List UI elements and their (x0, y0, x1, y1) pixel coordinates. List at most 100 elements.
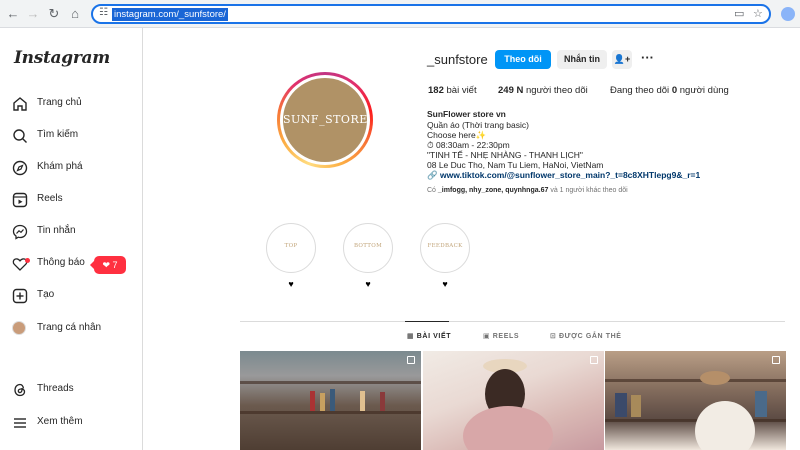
address-bar[interactable]: ☷ instagram.com/_sunfstore/ ▭ ☆ (91, 4, 771, 24)
following-stat[interactable]: Đang theo dõi 0 người dùng (610, 85, 729, 96)
threads-icon (14, 383, 26, 397)
back-icon[interactable]: ← (4, 5, 22, 23)
message-button[interactable]: Nhắn tin (557, 50, 607, 69)
highlight-cover-text: FEEDBACK (427, 243, 463, 249)
highlight-top[interactable]: TOP (266, 223, 316, 273)
followers-stat[interactable]: 249 N người theo dõi (498, 85, 588, 96)
bio-line: Quần áo (Thời trang basic) (427, 120, 529, 130)
posts-label: bài viết (446, 85, 477, 96)
highlight-cover-text: TOP (284, 243, 298, 249)
sidebar-item-profile[interactable]: Trang cá nhân (12, 319, 137, 341)
photo-detail (615, 393, 627, 417)
profile-avatar-ring[interactable]: SUNF_STORE (277, 72, 373, 168)
sidebar-item-explore[interactable]: Khám phá (12, 158, 137, 180)
highlight-cover-text: BOTTOM (353, 243, 383, 249)
followed-by-names: _imfogg, nhy_zone, quynhnga.67 (437, 187, 549, 194)
posts-count: 182 (428, 85, 444, 96)
bio-link-text: www.tiktok.com/@sunflower_store_main?_t=… (439, 170, 701, 180)
avatar-border: SUNF_STORE (280, 75, 370, 165)
sidebar-item-label: Thông báo (37, 257, 85, 268)
followers-count: 249 N (498, 85, 524, 96)
following-prefix: Đang theo dõi (610, 85, 670, 96)
profile-username: _sunfstore (427, 52, 488, 67)
post-thumbnail[interactable] (240, 351, 421, 450)
photo-detail (695, 401, 755, 450)
photo-detail (360, 391, 365, 411)
browser-toolbar: ← → ↻ ⌂ ☷ instagram.com/_sunfstore/ ▭ ☆ (0, 0, 800, 28)
photo-detail (755, 391, 767, 417)
bio-link[interactable]: 🔗 www.tiktok.com/@sunflower_store_main?_… (427, 170, 700, 181)
notification-count: 7 (112, 260, 118, 270)
sidebar-item-label: Khám phá (37, 161, 83, 172)
notification-badge[interactable]: ❤ 7 (90, 256, 126, 274)
tab-posts[interactable]: ▦ BÀI VIẾT (407, 332, 451, 340)
home-browser-icon[interactable]: ⌂ (66, 5, 84, 23)
sidebar-item-threads[interactable]: Threads (12, 380, 137, 402)
post-thumbnail[interactable] (423, 351, 604, 450)
tab-label: REELS (492, 333, 520, 340)
following-label: người dùng (679, 85, 729, 96)
following-count: 0 (671, 85, 678, 96)
highlight-bottom[interactable]: BOTTOM (343, 223, 393, 273)
tab-reels[interactable]: ▣ REELS (483, 332, 519, 340)
link-icon: 🔗 (427, 170, 438, 180)
search-icon (13, 129, 27, 143)
sidebar-item-label: Reels (37, 193, 63, 204)
tagged-icon: ⊡ (550, 333, 557, 340)
instagram-logo[interactable]: Instagram (14, 48, 110, 68)
followed-by[interactable]: Có _imfogg, nhy_zone, quynhnga.67 và 1 n… (427, 187, 628, 194)
profile-avatar: SUNF_STORE (283, 78, 367, 162)
sidebar-item-home[interactable]: Trang chủ (12, 94, 137, 116)
followers-label: người theo dõi (526, 85, 588, 96)
sidebar-item-search[interactable]: Tìm kiếm (12, 126, 137, 148)
sidebar: Instagram Trang chủ Tìm kiếm Khám phá Re… (0, 28, 143, 450)
sidebar-item-label: Tìm kiếm (37, 129, 79, 140)
photo-detail (320, 393, 325, 411)
sidebar-item-reels[interactable]: Reels (12, 190, 137, 212)
photo-detail (240, 411, 421, 414)
menu-icon (14, 418, 26, 428)
sidebar-item-label: Xem thêm (37, 416, 83, 427)
post-thumbnail[interactable] (605, 351, 786, 450)
sidebar-item-label: Tạo (37, 289, 55, 300)
highlight-feedback[interactable]: FEEDBACK (420, 223, 470, 273)
multiple-photos-icon (590, 356, 598, 364)
suggested-users-button[interactable]: 👤+ (612, 50, 632, 69)
bio-line: "TINH TẾ - NHẸ NHÀNG - THANH LỊCH" (427, 150, 583, 160)
heart-small-icon: ❤ (102, 260, 110, 270)
install-app-icon[interactable]: ▭ (734, 7, 744, 20)
sidebar-item-label: Trang chủ (37, 97, 82, 108)
highlight-heart-icon: ♥ (288, 279, 294, 289)
tab-tagged[interactable]: ⊡ ĐƯỢC GẮN THẺ (550, 332, 622, 340)
highlight-heart-icon: ♥ (365, 279, 371, 289)
sidebar-item-label: Threads (37, 383, 74, 394)
compass-icon (12, 160, 28, 176)
plus-square-icon (12, 288, 28, 304)
tabs-divider (240, 321, 785, 322)
sidebar-item-label: Tin nhắn (37, 225, 76, 236)
sidebar-item-create[interactable]: Tạo (12, 286, 137, 308)
messenger-icon (12, 224, 28, 240)
tab-label: BÀI VIẾT (416, 333, 452, 340)
follow-button[interactable]: Theo dõi (495, 50, 551, 69)
followed-by-suffix: và 1 người khác theo dõi (550, 187, 628, 194)
photo-detail (700, 371, 730, 385)
site-info-icon[interactable]: ☷ (99, 7, 108, 18)
forward-icon[interactable]: → (24, 5, 42, 23)
sidebar-item-messages[interactable]: Tin nhắn (12, 222, 137, 244)
photo-detail (605, 379, 786, 382)
photo-detail (310, 391, 315, 411)
notification-dot (25, 258, 30, 263)
photo-detail (380, 392, 385, 411)
sidebar-item-more[interactable]: Xem thêm (12, 413, 137, 435)
reload-icon[interactable]: ↻ (45, 5, 63, 23)
reels-tab-icon: ▣ (483, 333, 491, 340)
bio-name: SunFlower store vn (427, 109, 506, 119)
reels-icon (12, 192, 28, 208)
bookmark-star-icon[interactable]: ☆ (753, 7, 763, 20)
browser-profile-icon[interactable] (781, 7, 795, 21)
sidebar-item-label: Trang cá nhân (37, 322, 102, 333)
url-text[interactable]: instagram.com/_sunfstore/ (112, 8, 228, 21)
tab-label: ĐƯỢC GẮN THẺ (559, 333, 622, 340)
more-options-icon[interactable]: ··· (641, 50, 654, 65)
